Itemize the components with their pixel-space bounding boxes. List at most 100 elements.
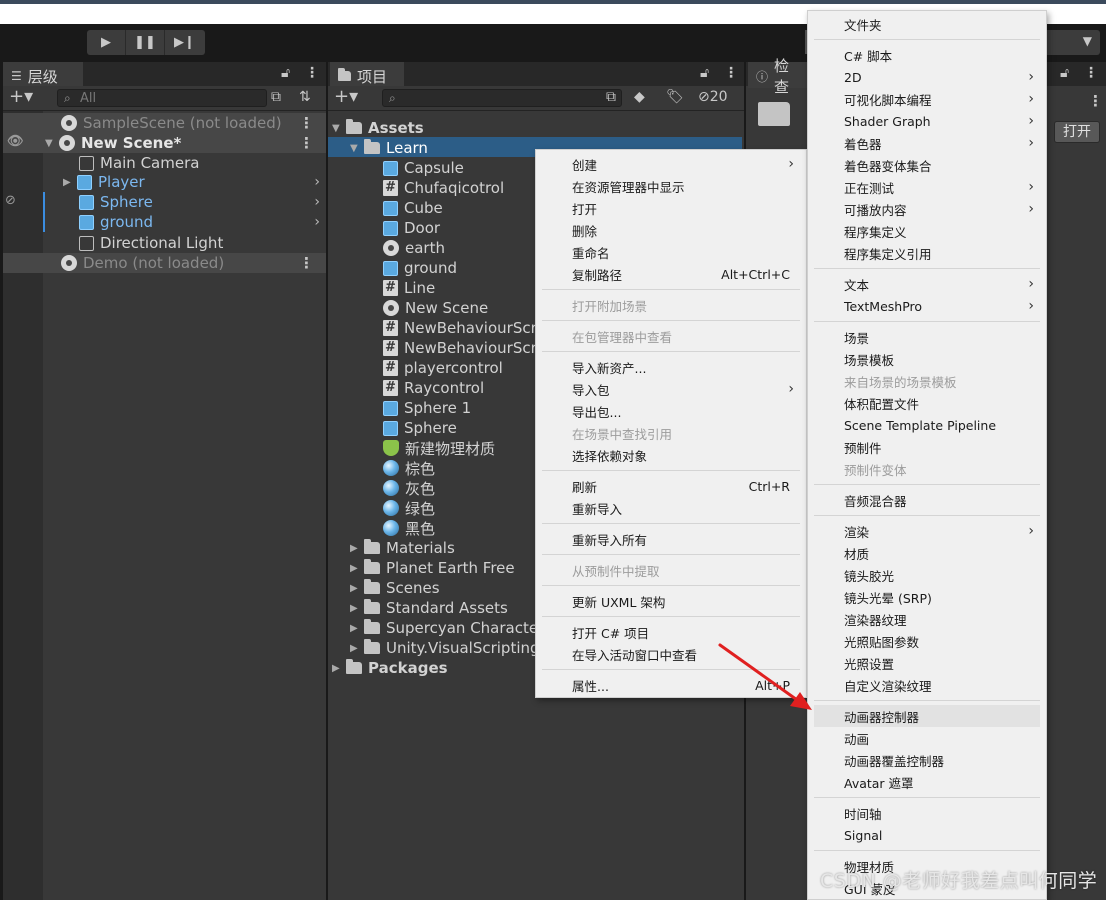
submenu-item-animation[interactable]: 动画 — [808, 727, 1046, 749]
project-folder[interactable]: ▶ Scenes — [350, 578, 440, 598]
hierarchy-row-ground[interactable]: ground › — [43, 212, 326, 232]
submenu-item-avatar-mask[interactable]: Avatar 遮罩 — [808, 771, 1046, 793]
expand-arrow-icon[interactable]: ▶ — [350, 643, 364, 654]
expand-arrow-icon[interactable]: ▶ — [350, 583, 364, 594]
submenu-item-lens-flare-srp[interactable]: 镜头光晕 (SRP) — [808, 586, 1046, 608]
project-item[interactable]: # Chufaqicotrol — [383, 178, 504, 198]
submenu-item-timeline[interactable]: 时间轴 — [808, 802, 1046, 824]
submenu-item-animator-controller[interactable]: 动画器控制器 — [814, 705, 1040, 727]
project-item[interactable]: New Scene — [383, 298, 488, 318]
tab-inspector[interactable]: ⓘ 检查 — [748, 57, 810, 96]
menu-item-delete[interactable]: 删除 — [536, 219, 806, 241]
label-filter-icon[interactable]: 🏷︎ — [666, 89, 684, 105]
submenu-item-animator-override-controller[interactable]: 动画器覆盖控制器 — [808, 749, 1046, 771]
submenu-item-playables[interactable]: 可播放内容 › — [808, 198, 1046, 220]
menu-item-open[interactable]: 打开 — [536, 197, 806, 219]
project-item[interactable]: # Raycontrol — [383, 378, 484, 398]
menu-item-rename[interactable]: 重命名 — [536, 241, 806, 263]
hierarchy-search-input[interactable]: ⌕ All — [57, 89, 267, 107]
expand-arrow-icon[interactable]: ▶ — [63, 177, 77, 188]
menu-item-import-new-asset[interactable]: 导入新资产... — [536, 356, 806, 378]
submenu-item-shader[interactable]: 着色器 › — [808, 132, 1046, 154]
project-item[interactable]: Sphere — [383, 418, 457, 438]
hierarchy-row-main-camera[interactable]: Main Camera — [43, 153, 326, 173]
add-icon[interactable]: +▾ — [334, 86, 358, 107]
submenu-item-assembly-definition-reference[interactable]: 程序集定义引用 — [808, 242, 1046, 264]
project-item[interactable]: Sphere 1 — [383, 398, 471, 418]
tab-hierarchy[interactable]: ☰ 层级 — [3, 62, 83, 88]
expand-arrow-icon[interactable]: ▶ — [332, 663, 346, 674]
pause-icon[interactable]: ❚❚ — [126, 30, 165, 55]
project-item[interactable]: ground — [383, 258, 457, 278]
lock-icon[interactable]: 🔓︎ — [1060, 65, 1069, 81]
submenu-item-textmeshpro[interactable]: TextMeshPro › — [808, 295, 1046, 317]
submenu-item-assembly-definition[interactable]: 程序集定义 — [808, 220, 1046, 242]
project-folder-learn[interactable]: ▼ Learn — [350, 138, 428, 158]
layout-dropdown[interactable]: ▼ — [1038, 30, 1100, 55]
submenu-item-lightmap-parameters[interactable]: 光照贴图参数 — [808, 630, 1046, 652]
scene-view-filter-icon[interactable]: ⧉ — [271, 89, 281, 105]
hidden-packages-icon[interactable]: ⊘20 — [698, 89, 728, 105]
lock-icon[interactable]: 🔓︎ — [281, 65, 290, 81]
more-icon[interactable]: ⋮ — [299, 134, 314, 152]
more-icon[interactable]: ⋮ — [1084, 65, 1098, 81]
hierarchy-row-sphere[interactable]: Sphere › — [43, 192, 326, 212]
more-icon[interactable]: ⋮ — [305, 65, 319, 81]
expand-arrow-icon[interactable]: ▼ — [350, 143, 364, 154]
submenu-item-render-texture[interactable]: 渲染器纹理 — [808, 608, 1046, 630]
project-item[interactable]: 新建物理材质 — [383, 438, 495, 458]
hierarchy-row-directional-light[interactable]: Directional Light — [43, 233, 326, 253]
project-folder-assets[interactable]: ▼ Assets — [332, 118, 424, 138]
submenu-item-signal[interactable]: Signal — [808, 824, 1046, 846]
project-folder-packages[interactable]: ▶ Packages — [332, 658, 448, 678]
menu-item-import-package[interactable]: 导入包 › — [536, 378, 806, 400]
submenu-item-rendering[interactable]: 渲染 › — [808, 520, 1046, 542]
more-icon[interactable]: ⋮ — [299, 254, 314, 272]
project-item[interactable]: # playercontrol — [383, 358, 503, 378]
menu-item-refresh[interactable]: 刷新 Ctrl+R — [536, 475, 806, 497]
project-folder[interactable]: ▶ Materials — [350, 538, 455, 558]
project-folder[interactable]: ▶ Planet Earth Free — [350, 558, 515, 578]
project-item[interactable]: 灰色 — [383, 478, 435, 498]
menu-item-copy-path[interactable]: 复制路径 Alt+Ctrl+C — [536, 263, 806, 285]
expand-arrow-icon[interactable]: ▼ — [45, 138, 59, 149]
submenu-item-folder[interactable]: 文件夹 — [808, 13, 1046, 35]
expand-arrow-icon[interactable]: ▶ — [350, 623, 364, 634]
project-item[interactable]: Door — [383, 218, 440, 238]
chevron-right-icon[interactable]: › — [314, 214, 320, 230]
more-icon[interactable]: ⋮ — [1088, 92, 1103, 110]
eye-icon[interactable]: 👁︎ — [7, 134, 24, 149]
submenu-item-shader-graph[interactable]: Shader Graph › — [808, 110, 1046, 132]
type-filter-icon[interactable]: ◆ — [634, 89, 645, 105]
project-item[interactable]: 绿色 — [383, 498, 435, 518]
project-item[interactable]: Capsule — [383, 158, 464, 178]
open-button[interactable]: 打开 — [1054, 121, 1100, 143]
submenu-item-scene[interactable]: 场景 — [808, 326, 1046, 348]
hierarchy-row-newscene[interactable]: 👁︎ ▼ New Scene* ⋮ — [3, 133, 326, 153]
expand-arrow-icon[interactable]: ▼ — [332, 123, 346, 134]
menu-item-update-uxml-schema[interactable]: 更新 UXML 架构 — [536, 590, 806, 612]
project-item[interactable]: Cube — [383, 198, 443, 218]
submenu-item-scene-template[interactable]: 场景模板 — [808, 348, 1046, 370]
project-item[interactable]: # NewBehaviourScr — [383, 338, 537, 358]
menu-item-create[interactable]: 创建 › — [536, 153, 806, 175]
expand-arrow-icon[interactable]: ▶ — [350, 543, 364, 554]
add-icon[interactable]: +▾ — [9, 86, 33, 107]
submenu-item-material[interactable]: 材质 — [808, 542, 1046, 564]
submenu-item-audio-mixer[interactable]: 音频混合器 — [808, 489, 1046, 511]
submenu-item-2d[interactable]: 2D › — [808, 66, 1046, 88]
submenu-item-text[interactable]: 文本 › — [808, 273, 1046, 295]
project-item[interactable]: 黑色 — [383, 518, 435, 538]
project-item[interactable]: 棕色 — [383, 458, 435, 478]
menu-item-reimport-all[interactable]: 重新导入所有 — [536, 528, 806, 550]
submenu-item-scene-template-pipeline[interactable]: Scene Template Pipeline — [808, 414, 1046, 436]
search-filter-icon[interactable]: ⧉ — [606, 89, 616, 105]
tab-project[interactable]: 项目 — [330, 62, 404, 88]
project-folder[interactable]: ▶ Standard Assets — [350, 598, 508, 618]
menu-item-export-package[interactable]: 导出包... — [536, 400, 806, 422]
project-search-input[interactable]: ⌕ — [382, 89, 622, 107]
more-icon[interactable]: ⋮ — [724, 65, 738, 81]
chevron-right-icon[interactable]: › — [314, 174, 320, 190]
hierarchy-row-player[interactable]: ▶ Player › — [43, 172, 326, 192]
submenu-item-testing[interactable]: 正在测试 › — [808, 176, 1046, 198]
